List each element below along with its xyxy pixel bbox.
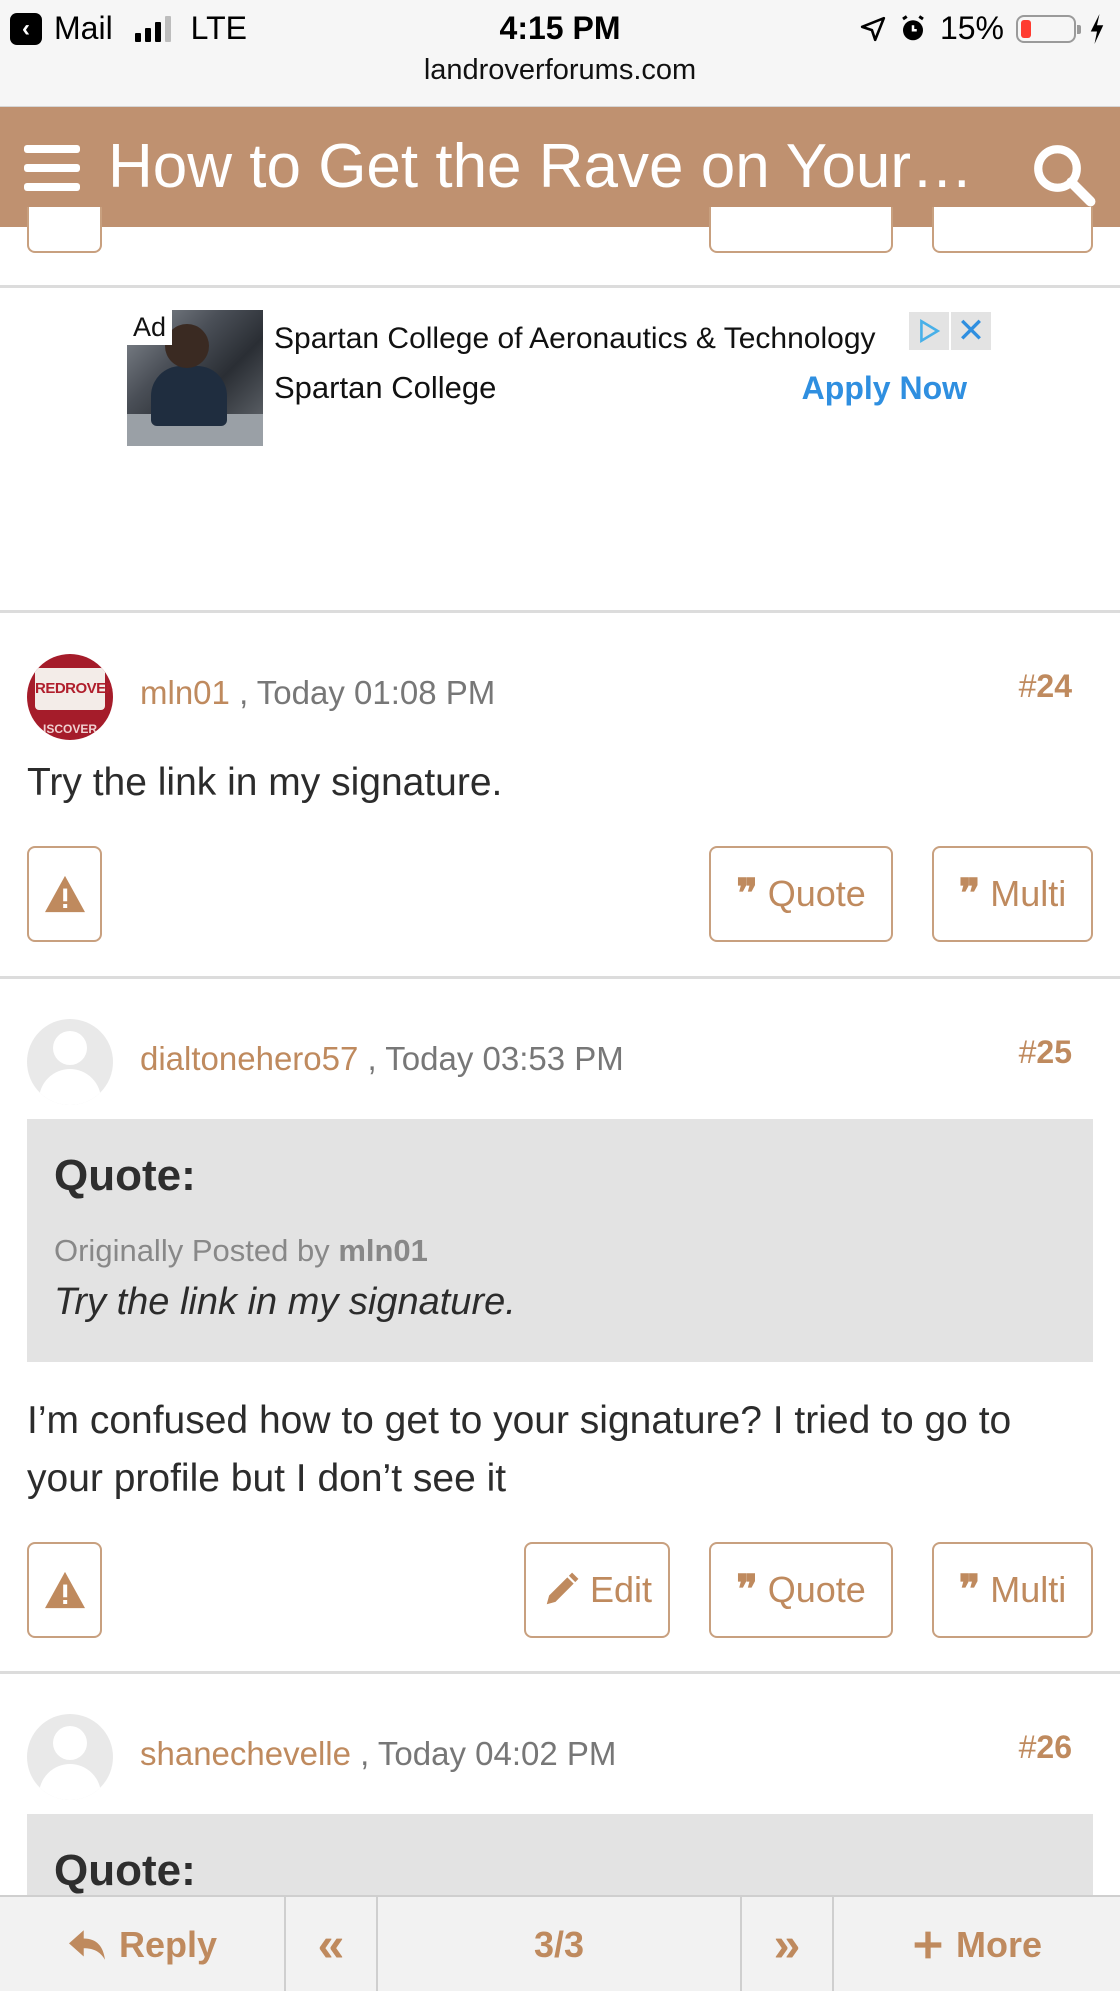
reply-label: Reply: [118, 1924, 218, 1965]
quote-button-previous[interactable]: [709, 207, 893, 253]
status-bar-right: 15%: [860, 10, 1106, 47]
more-button[interactable]: More: [834, 1897, 1120, 1991]
post-meta: dialtonehero57 , Today 03:53 PM: [140, 1040, 624, 1078]
plus-icon: [914, 1931, 942, 1959]
report-button-previous[interactable]: [27, 207, 102, 253]
reply-icon: [68, 1930, 105, 1960]
warning-icon: [44, 1571, 85, 1609]
warning-icon: [44, 875, 85, 913]
quote-icon: ❞: [958, 872, 981, 916]
location-arrow-icon: [860, 16, 886, 41]
battery-percent: 15%: [939, 10, 1004, 46]
page-indicator[interactable]: 3/3: [378, 1897, 742, 1991]
quote-icon: ❞: [958, 1568, 981, 1612]
quote-button-label: Quote: [767, 1569, 866, 1610]
alarm-icon: [902, 14, 924, 40]
multi-quote-button[interactable]: ❞ Multi: [932, 846, 1093, 942]
avatar[interactable]: REDROVER ISCOVER: [27, 654, 113, 740]
battery-icon: [1016, 14, 1081, 43]
quote-title: Quote:: [54, 1151, 196, 1200]
bottom-toolbar: Reply « 3/3 » More: [0, 1895, 1120, 1991]
multi-button-label: Multi: [990, 873, 1067, 914]
status-bar: ‹ Mail LTE 4:15 PM landroverforums.com 1…: [0, 0, 1120, 107]
post-number[interactable]: #25: [1019, 1034, 1072, 1071]
more-label: More: [955, 1924, 1042, 1965]
quote-icon: ❞: [736, 1568, 758, 1612]
quote-button[interactable]: ❞ Quote: [709, 1542, 893, 1638]
quote-button[interactable]: ❞ Quote: [709, 846, 893, 942]
first-page-button[interactable]: «: [286, 1897, 378, 1991]
ad-advertiser: Spartan College: [274, 370, 497, 405]
multi-button-label: Multi: [990, 1569, 1067, 1610]
double-chevron-left-icon: «: [317, 1918, 345, 1972]
adchoices-icon[interactable]: [909, 312, 949, 350]
ad-headline[interactable]: Spartan College of Aeronautics & Technol…: [274, 322, 914, 356]
menu-icon[interactable]: [24, 145, 80, 191]
last-page-button[interactable]: »: [742, 1897, 834, 1991]
post-number[interactable]: #24: [1019, 668, 1072, 705]
ad-close-icon[interactable]: ✕: [951, 312, 991, 350]
post-username[interactable]: mln01: [140, 674, 230, 711]
ad-apply-now-link[interactable]: Apply Now: [802, 370, 967, 407]
reply-button[interactable]: Reply: [0, 1897, 286, 1991]
avatar[interactable]: [27, 1714, 113, 1800]
post-26: shanechevelle , Today 04:02 PM #26 Quote…: [0, 1673, 1120, 1895]
avatar-plate-text: REDROVER: [35, 668, 113, 710]
post-meta: shanechevelle , Today 04:02 PM: [140, 1735, 616, 1773]
charging-bolt-icon: [1090, 13, 1104, 44]
quote-button-label: Quote: [767, 873, 866, 914]
divider: [0, 285, 1120, 288]
edit-button[interactable]: Edit: [524, 1542, 670, 1638]
report-button[interactable]: [27, 1542, 102, 1638]
post-number[interactable]: #26: [1019, 1729, 1072, 1766]
quote-block: Quote:: [27, 1814, 1093, 1895]
post-timestamp: , Today 01:08 PM: [239, 674, 496, 711]
post-24: REDROVER ISCOVER mln01 , Today 01:08 PM …: [0, 612, 1120, 977]
ad-image[interactable]: Ad: [127, 310, 263, 446]
post-body: I’m confused how to get to your signatur…: [27, 1399, 1012, 1500]
report-button[interactable]: [27, 846, 102, 942]
search-icon[interactable]: [1030, 141, 1096, 207]
post-25: dialtonehero57 , Today 03:53 PM #25 Quot…: [0, 978, 1120, 1672]
thread-title: How to Get the Rave on Your…: [108, 132, 974, 201]
quote-author[interactable]: mln01: [338, 1233, 428, 1268]
ad-banner[interactable]: Ad Spartan College of Aeronautics & Tech…: [127, 310, 993, 450]
post-timestamp: , Today 04:02 PM: [360, 1735, 617, 1772]
post-meta: mln01 , Today 01:08 PM: [140, 674, 495, 712]
post-username[interactable]: shanechevelle: [140, 1735, 351, 1772]
avatar-plate-subtext: ISCOVER: [42, 722, 97, 736]
edit-button-label: Edit: [589, 1569, 653, 1610]
multi-quote-button[interactable]: ❞ Multi: [932, 1542, 1093, 1638]
ad-label: Ad: [127, 310, 173, 345]
double-chevron-right-icon: »: [773, 1918, 801, 1972]
pencil-icon: [546, 1572, 579, 1605]
url-bar[interactable]: landroverforums.com: [0, 54, 1120, 87]
quote-block: Quote: Originally Posted by mln01 Try th…: [27, 1119, 1093, 1362]
quote-icon: ❞: [736, 872, 758, 916]
page-indicator-label: 3/3: [533, 1924, 585, 1965]
post-body: Try the link in my signature.: [27, 761, 503, 804]
quote-text: Try the link in my signature.: [54, 1281, 516, 1323]
quote-title: Quote:: [54, 1846, 196, 1895]
avatar[interactable]: [27, 1019, 113, 1105]
post-timestamp: , Today 03:53 PM: [367, 1040, 624, 1077]
post-username[interactable]: dialtonehero57: [140, 1040, 358, 1077]
quote-attribution: Originally Posted by mln01: [54, 1233, 428, 1268]
multi-button-previous[interactable]: [932, 207, 1093, 253]
